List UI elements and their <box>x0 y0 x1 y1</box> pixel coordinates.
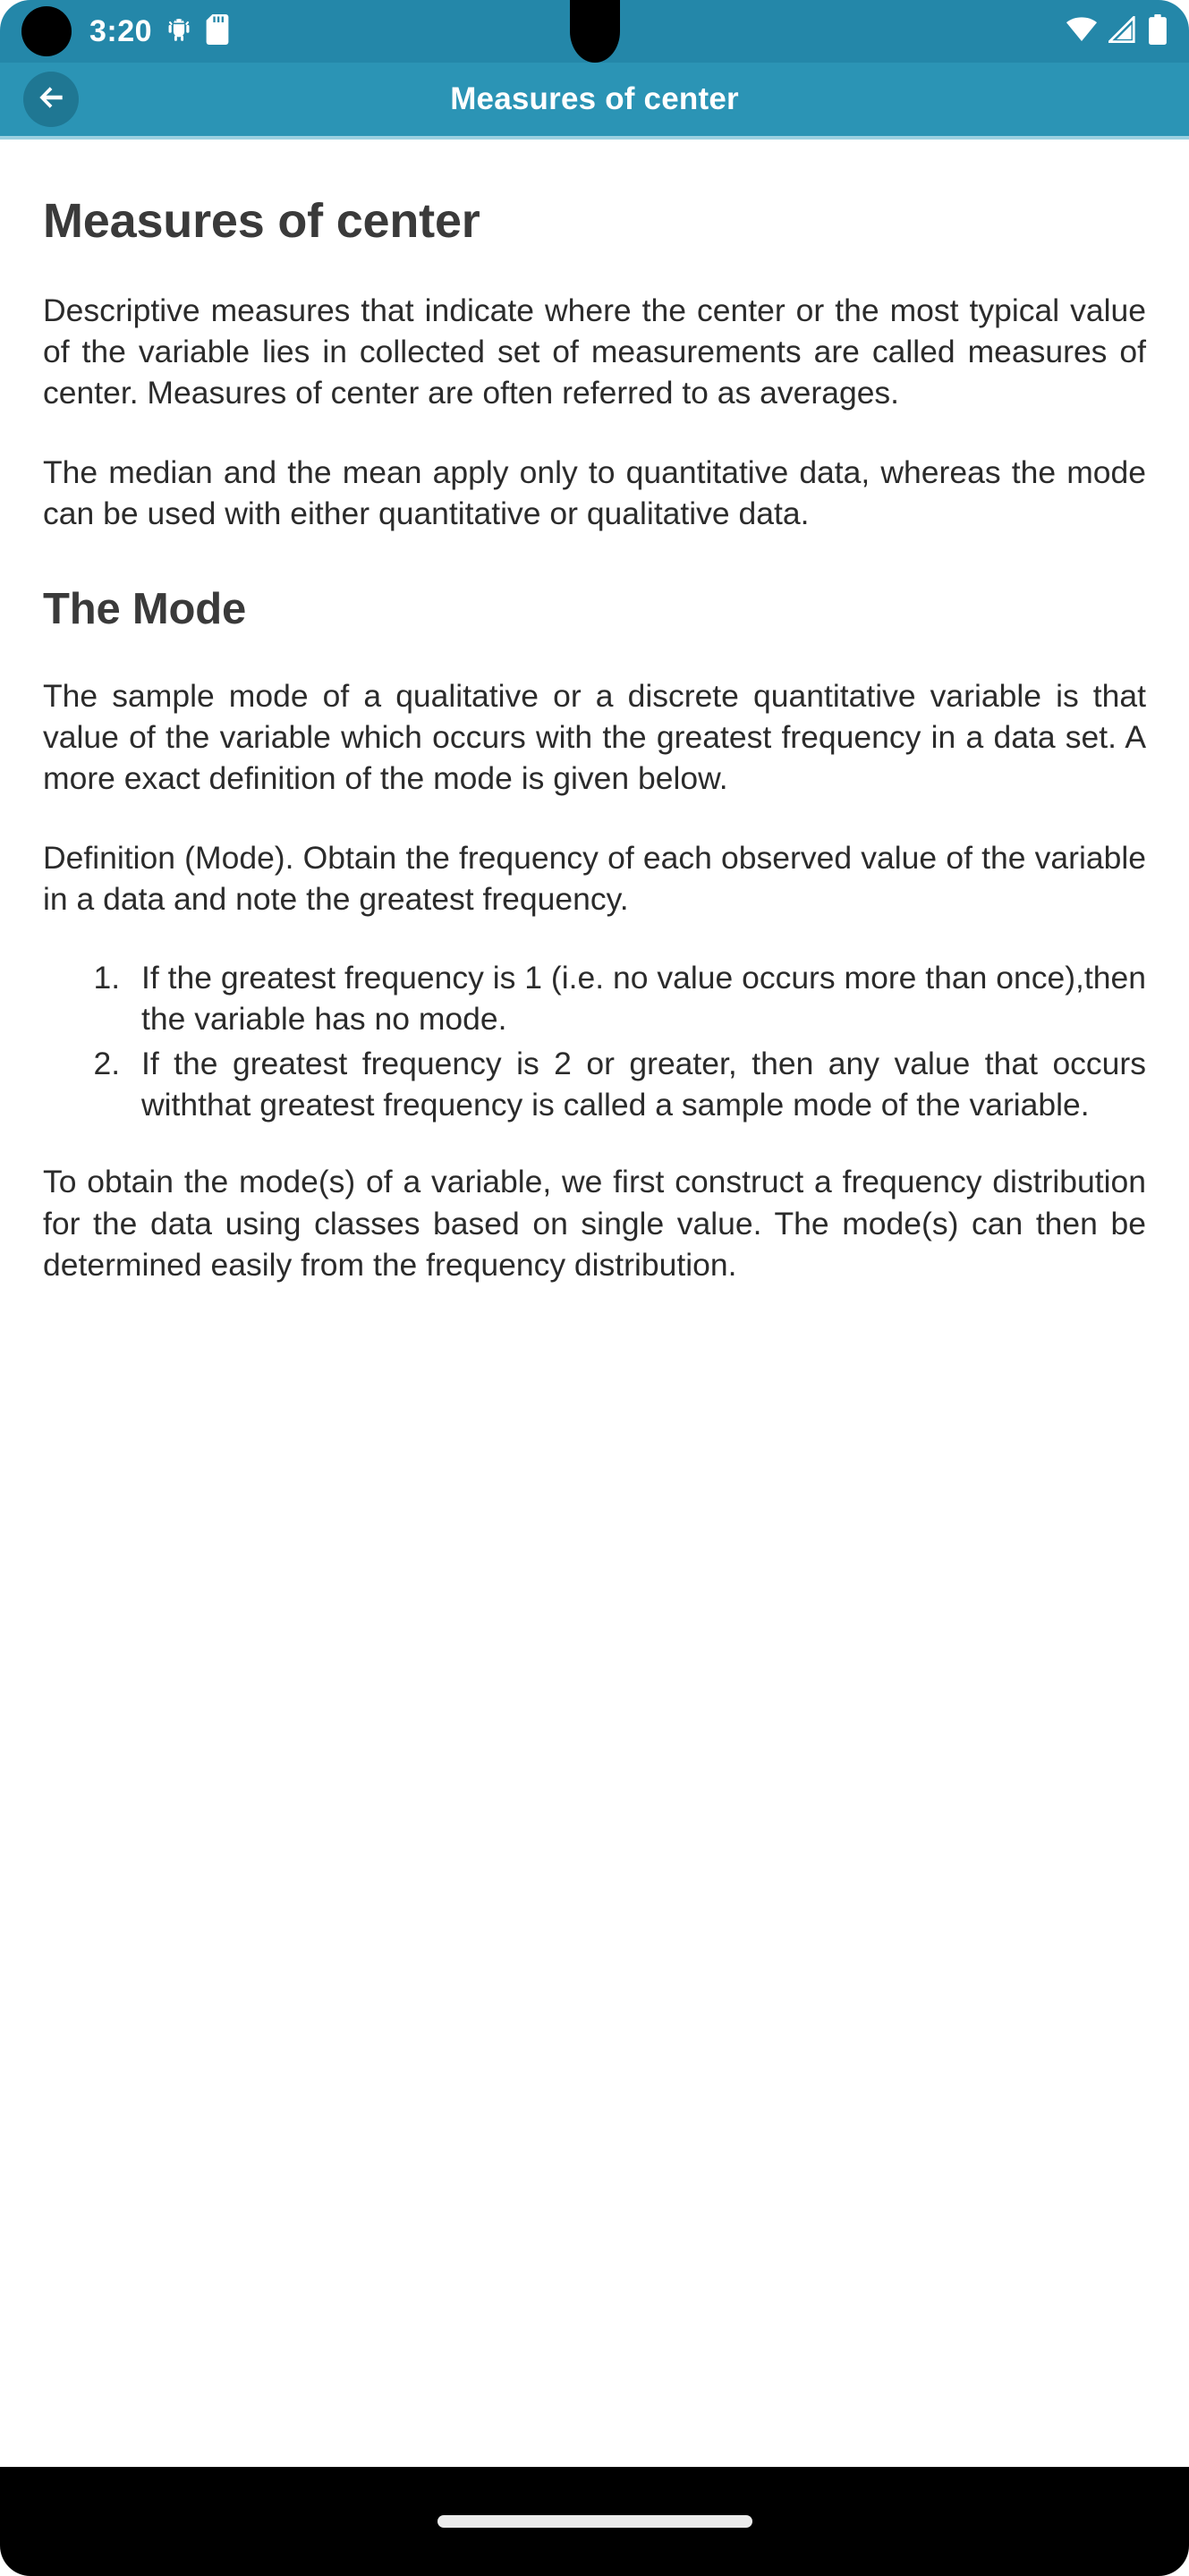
cellular-signal-icon <box>1106 13 1137 47</box>
camera-punch-hole-icon <box>21 6 72 56</box>
paragraph-definition-mode: Definition (Mode). Obtain the frequency … <box>43 839 1146 917</box>
sd-card-icon <box>206 13 229 49</box>
phone-screen: 3:20 Measures of center Measures of cent… <box>0 0 1189 2576</box>
app-bar-title: Measures of center <box>450 81 739 116</box>
home-indicator[interactable] <box>437 2515 752 2528</box>
paragraph-median-mean-mode: The median and the mean apply only to qu… <box>43 453 1146 531</box>
page-title: Measures of center <box>43 194 480 248</box>
status-bar-left-group: 3:20 <box>21 6 229 56</box>
paragraph-sample-mode: The sample mode of a qualitative or a di… <box>43 678 1146 797</box>
section-heading-the-mode: The Mode <box>43 584 247 633</box>
list-item: If the greatest frequency is 2 or greate… <box>129 1043 1146 1125</box>
list-item: If the greatest frequency is 1 (i.e. no … <box>129 957 1146 1039</box>
mode-rules-list: If the greatest frequency is 1 (i.e. no … <box>43 957 1146 1126</box>
status-bar-right-group <box>1066 13 1168 49</box>
system-navigation-bar <box>0 2467 1189 2576</box>
paragraph-intro: Descriptive measures that indicate where… <box>43 292 1146 411</box>
status-bar: 3:20 <box>0 0 1189 63</box>
battery-icon <box>1148 13 1168 49</box>
arrow-left-icon <box>34 80 68 119</box>
article-content: Measures of center Descriptive measures … <box>0 140 1189 2467</box>
back-button[interactable] <box>23 72 79 127</box>
app-bar: Measures of center <box>0 63 1189 136</box>
wifi-icon <box>1066 16 1098 47</box>
status-bar-clock: 3:20 <box>89 14 153 48</box>
front-camera-notch <box>569 0 620 63</box>
android-debug-icon <box>165 15 193 48</box>
paragraph-obtain-modes: To obtain the mode(s) of a variable, we … <box>43 1164 1146 1283</box>
